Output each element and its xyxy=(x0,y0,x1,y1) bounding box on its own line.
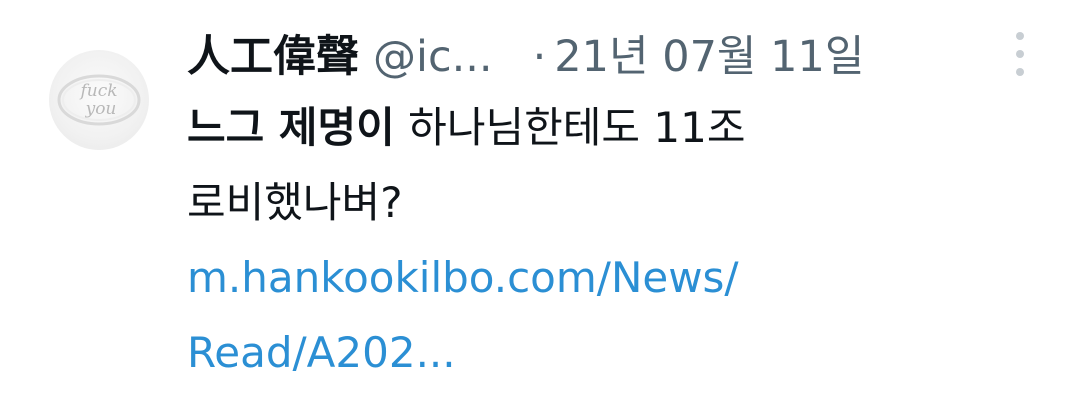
avatar-text-bottom: you xyxy=(85,99,117,119)
separator-dot: · xyxy=(532,32,547,82)
tweet-date[interactable]: 21년 07월 11일 xyxy=(554,22,864,84)
user-handle[interactable]: @ic... xyxy=(373,32,493,82)
ring-avatar-image: fuck you xyxy=(57,74,141,126)
more-dot xyxy=(1016,68,1024,76)
avatar[interactable]: fuck you xyxy=(49,50,149,150)
more-dot xyxy=(1016,32,1024,40)
tweet-text-rest: 하나님한테도 11조 xyxy=(394,103,746,152)
tweet-text-bold: 느그 제명이 xyxy=(187,103,395,152)
display-name[interactable]: 人工偉聲 xyxy=(187,22,359,84)
tweet[interactable]: fuck you 人工偉聲 @ic... · 21년 07월 11일 느그 제명… xyxy=(0,0,1080,393)
tweet-link-line-1[interactable]: m.hankookilbo.com/News/ xyxy=(187,240,1047,315)
tweet-link-line-2[interactable]: Read/A202... xyxy=(187,315,1047,390)
tweet-header: 人工偉聲 @ic... · 21년 07월 11일 xyxy=(187,22,864,82)
tweet-link-continued[interactable]: Read/A202... xyxy=(187,328,456,377)
more-vertical-icon[interactable] xyxy=(1012,32,1028,76)
tweet-text: 느그 제명이 하나님한테도 11조 로비했나벼? m.hankookilbo.c… xyxy=(187,90,1047,390)
avatar-text-top: fuck xyxy=(78,81,117,101)
tweet-text-line-2: 로비했나벼? xyxy=(187,178,403,227)
tweet-text-line-1: 느그 제명이 하나님한테도 11조 xyxy=(187,90,1047,165)
more-dot xyxy=(1016,50,1024,58)
tweet-link[interactable]: m.hankookilbo.com/News/ xyxy=(187,253,739,302)
